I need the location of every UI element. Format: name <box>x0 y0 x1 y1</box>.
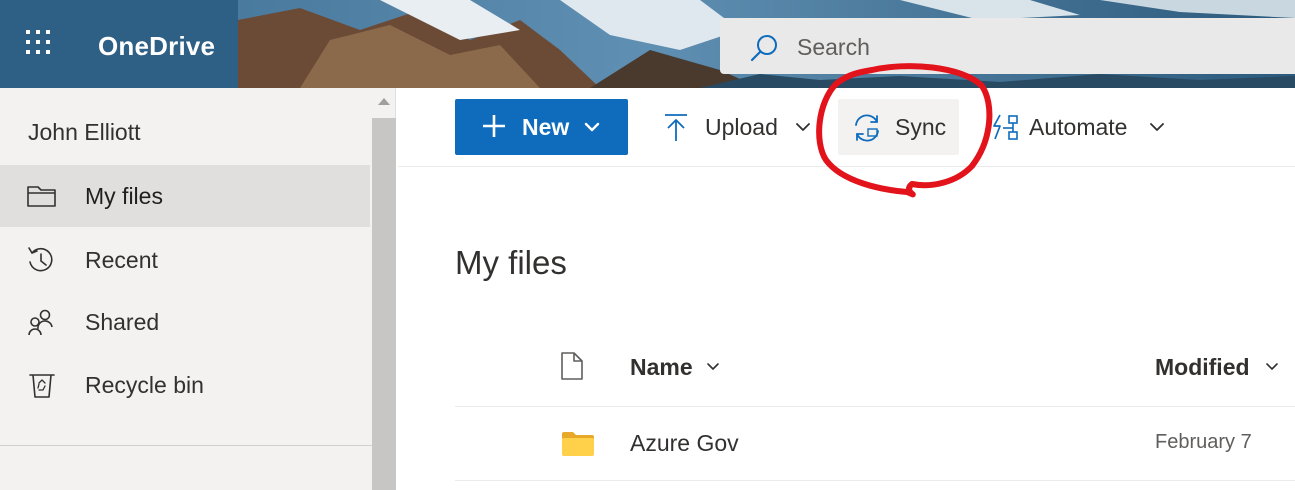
scroll-up-arrow-icon[interactable] <box>378 98 390 105</box>
sync-icon <box>855 114 879 142</box>
sync-button[interactable]: Sync <box>838 99 959 155</box>
shared-people-icon <box>28 309 53 336</box>
document-icon <box>561 352 583 380</box>
scrollbar-thumb[interactable] <box>372 118 396 490</box>
sync-label: Sync <box>895 114 947 140</box>
modified-column-label: Modified <box>1155 354 1250 380</box>
command-bar-divider <box>398 166 1295 167</box>
name-column-header[interactable]: Name <box>630 340 740 395</box>
sidebar-item-label: Recycle bin <box>85 372 204 398</box>
upload-button[interactable]: Upload <box>652 99 820 155</box>
automate-flow-icon <box>993 114 1018 140</box>
modified-date: February 7 <box>1155 431 1252 453</box>
chevron-down-icon <box>707 363 719 370</box>
new-button[interactable]: New <box>455 99 628 155</box>
automate-button[interactable]: Automate <box>986 99 1176 155</box>
app-name[interactable]: OneDrive <box>98 31 215 62</box>
user-name: John Elliott <box>28 119 141 145</box>
sidebar-item-recent[interactable]: Recent <box>0 229 370 291</box>
file-type-column-header <box>555 340 595 395</box>
new-button-label: New <box>522 114 570 140</box>
left-navigation: John Elliott My files Recent Shared Recy… <box>0 88 372 490</box>
sidebar-item-recycle-bin[interactable]: Recycle bin <box>0 354 370 416</box>
upload-icon <box>665 114 687 141</box>
name-column-label: Name <box>630 354 693 380</box>
search-placeholder[interactable]: Search <box>797 34 870 61</box>
sidebar-item-label: Recent <box>85 247 158 273</box>
sidebar-item-label: My files <box>85 183 163 209</box>
folder-icon <box>27 186 56 207</box>
recycle-bin-icon <box>29 374 55 398</box>
nav-scrollbar[interactable] <box>372 88 396 490</box>
row-divider <box>455 480 1295 481</box>
history-icon <box>28 247 53 272</box>
chevron-down-icon <box>1150 123 1164 131</box>
upload-label: Upload <box>705 114 778 140</box>
chevron-down-icon <box>1266 363 1278 370</box>
file-name[interactable]: Azure Gov <box>630 430 739 457</box>
brand-block: OneDrive <box>0 0 238 88</box>
chevron-down-icon <box>796 123 810 131</box>
search-icon <box>750 35 777 62</box>
folder-icon <box>562 432 594 456</box>
page-title: My files <box>455 244 567 281</box>
nav-divider <box>0 445 372 446</box>
app-launcher-icon[interactable] <box>26 30 56 60</box>
automate-label: Automate <box>1029 114 1128 140</box>
sidebar-item-shared[interactable]: Shared <box>0 291 370 353</box>
search-box[interactable]: Search <box>720 18 1295 74</box>
sidebar-item-my-files[interactable]: My files <box>0 165 370 227</box>
top-bar: OneDrive Search <box>0 0 1295 88</box>
sidebar-item-label: Shared <box>85 309 160 335</box>
plus-icon <box>483 115 505 137</box>
modified-column-header[interactable]: Modified <box>1155 340 1295 395</box>
chevron-down-icon <box>584 122 600 132</box>
table-row[interactable]: Azure Gov February 7 <box>455 407 1295 480</box>
